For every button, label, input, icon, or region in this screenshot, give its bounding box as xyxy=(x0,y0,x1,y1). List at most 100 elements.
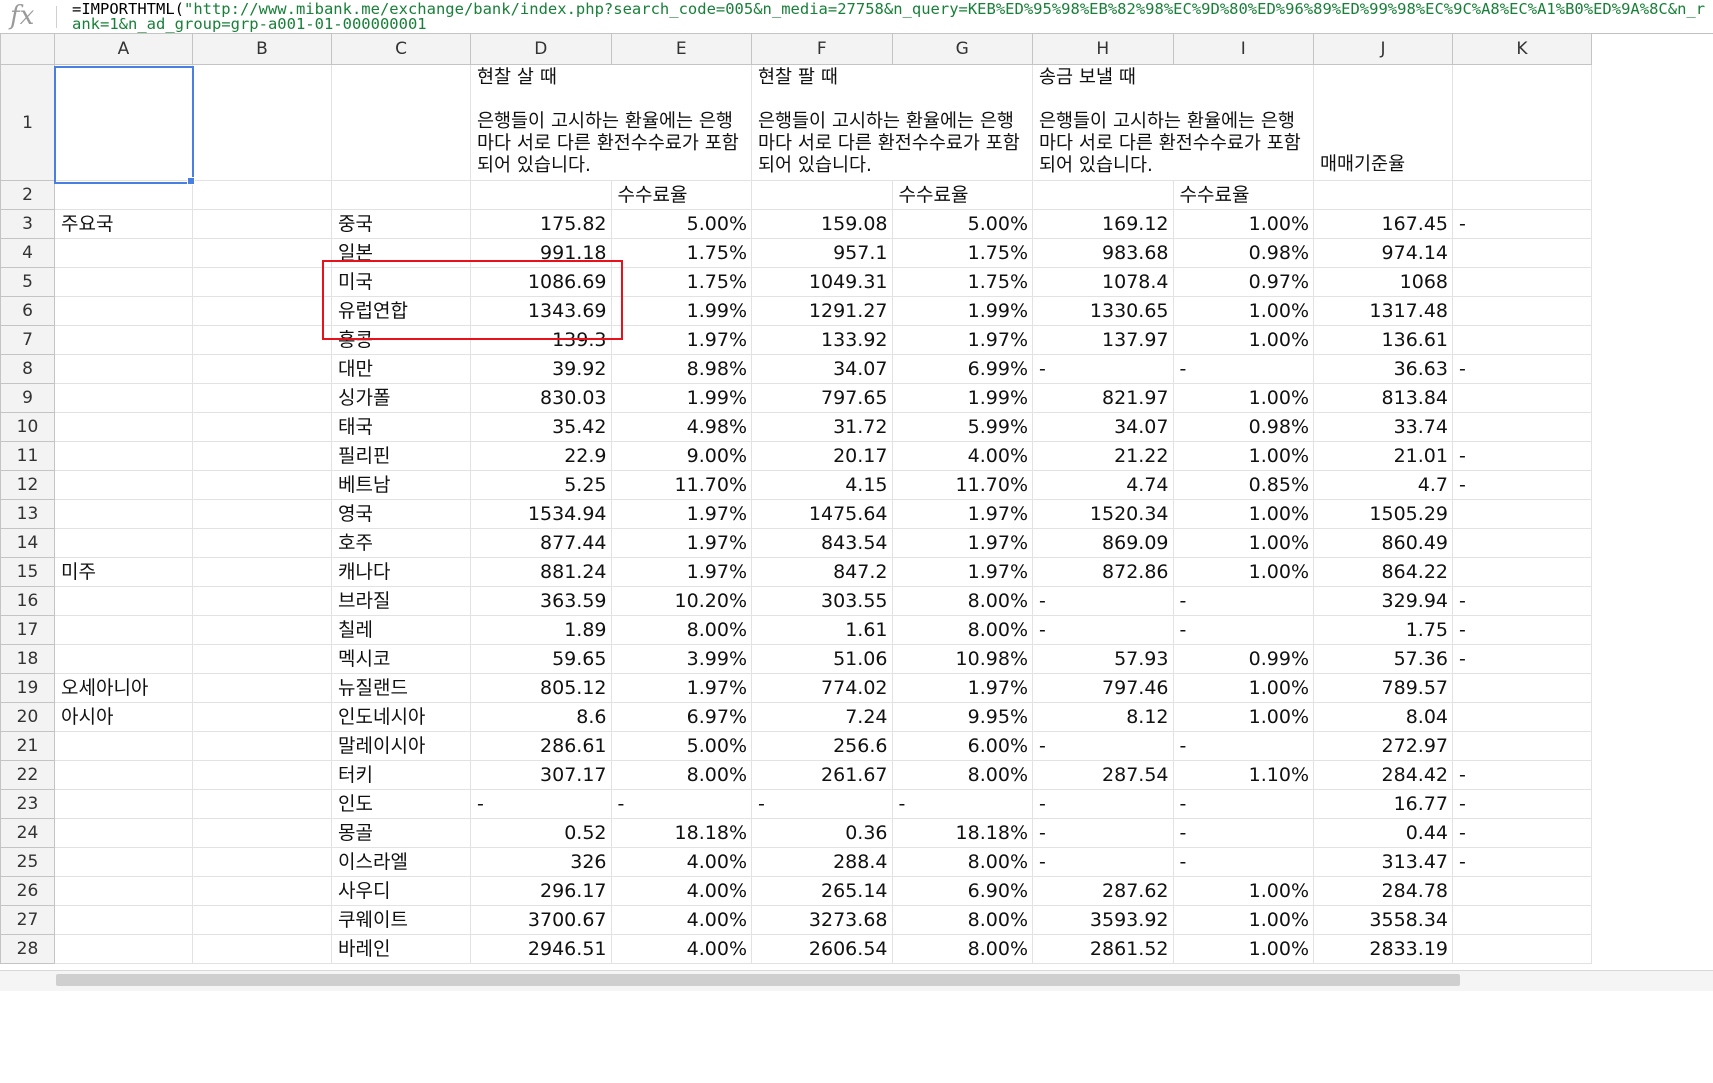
cell-e[interactable]: 4.00% xyxy=(610,847,752,877)
cell-e[interactable]: 1.97% xyxy=(610,499,752,529)
cell-c[interactable]: 뉴질랜드 xyxy=(331,673,471,703)
row-header[interactable]: 15 xyxy=(0,557,55,587)
cell-a[interactable] xyxy=(54,412,193,442)
cell-f[interactable]: 847.2 xyxy=(751,557,893,587)
cell-c[interactable]: 사우디 xyxy=(331,876,471,906)
cell-k[interactable] xyxy=(1452,673,1592,703)
cell-k[interactable] xyxy=(1452,267,1592,297)
cell-g[interactable]: 10.98% xyxy=(891,644,1033,674)
cell-b[interactable] xyxy=(192,905,332,935)
cell-a[interactable] xyxy=(54,789,193,819)
cell-i[interactable]: 0.99% xyxy=(1172,644,1314,674)
cell-f[interactable]: 0.36 xyxy=(751,818,893,848)
cell-g[interactable]: 1.75% xyxy=(891,267,1033,297)
cell-d1[interactable]: 현찰 살 때 은행들이 고시하는 환율에는 은행마다 서로 다른 환전수수료가 포… xyxy=(470,64,752,181)
cell-f1[interactable]: 현찰 팔 때 은행들이 고시하는 환율에는 은행마다 서로 다른 환전수수료가 포… xyxy=(751,64,1033,181)
fee-rate-header[interactable]: 수수료율 xyxy=(610,180,752,210)
cell-a[interactable] xyxy=(54,325,193,355)
row-header[interactable]: 9 xyxy=(0,383,55,413)
cell-j[interactable]: 1317.48 xyxy=(1313,296,1453,326)
cell-f[interactable]: 1.61 xyxy=(751,615,893,645)
cell-e[interactable]: 8.00% xyxy=(610,760,752,790)
cell-k[interactable]: - xyxy=(1452,209,1592,239)
cell-j[interactable]: 3558.34 xyxy=(1313,905,1453,935)
cell-i[interactable]: 1.00% xyxy=(1172,325,1314,355)
cell-c[interactable]: 브라질 xyxy=(331,586,471,616)
cell-c[interactable]: 필리핀 xyxy=(331,441,471,471)
cell-g[interactable]: 8.00% xyxy=(891,586,1033,616)
cell-f[interactable]: 957.1 xyxy=(751,238,893,268)
cell-d[interactable]: 59.65 xyxy=(470,644,612,674)
cell-f[interactable]: 256.6 xyxy=(751,731,893,761)
cell-h[interactable]: 1330.65 xyxy=(1032,296,1174,326)
cell-b[interactable] xyxy=(192,615,332,645)
cell-f[interactable]: 303.55 xyxy=(751,586,893,616)
cell-h[interactable]: - xyxy=(1032,354,1174,384)
cell-c[interactable]: 몽골 xyxy=(331,818,471,848)
cell-a[interactable]: 아시아 xyxy=(54,702,193,732)
row-header[interactable]: 17 xyxy=(0,615,55,645)
row-header[interactable]: 28 xyxy=(0,934,55,964)
cell-c[interactable]: 말레이시아 xyxy=(331,731,471,761)
cell-i[interactable]: 1.00% xyxy=(1172,905,1314,935)
cell-h[interactable]: 2861.52 xyxy=(1032,934,1174,964)
cell-h[interactable]: 57.93 xyxy=(1032,644,1174,674)
cell-g[interactable]: 8.00% xyxy=(891,760,1033,790)
cell[interactable] xyxy=(1452,180,1592,210)
cell-h[interactable]: 1520.34 xyxy=(1032,499,1174,529)
cell-a[interactable] xyxy=(54,499,193,529)
cell-e[interactable]: 4.00% xyxy=(610,905,752,935)
cell-f[interactable]: 4.15 xyxy=(751,470,893,500)
cell-e[interactable]: 1.99% xyxy=(610,296,752,326)
cell-d[interactable]: 363.59 xyxy=(470,586,612,616)
cell-g[interactable]: 1.97% xyxy=(891,528,1033,558)
cell-k[interactable] xyxy=(1452,731,1592,761)
cell-j[interactable]: 272.97 xyxy=(1313,731,1453,761)
row-header[interactable]: 5 xyxy=(0,267,55,297)
row-header[interactable]: 19 xyxy=(0,673,55,703)
cell-d[interactable]: 881.24 xyxy=(470,557,612,587)
row-header[interactable]: 23 xyxy=(0,789,55,819)
cell-g[interactable]: 8.00% xyxy=(891,847,1033,877)
column-header-c[interactable]: C xyxy=(331,33,471,65)
row-header[interactable]: 10 xyxy=(0,412,55,442)
cell-a[interactable] xyxy=(54,296,193,326)
cell-b[interactable] xyxy=(192,209,332,239)
cell-d[interactable]: 3700.67 xyxy=(470,905,612,935)
cell-g[interactable]: 1.75% xyxy=(891,238,1033,268)
cell-c[interactable]: 인도네시아 xyxy=(331,702,471,732)
cell-d[interactable]: 1534.94 xyxy=(470,499,612,529)
cell-d[interactable]: 307.17 xyxy=(470,760,612,790)
row-header[interactable]: 24 xyxy=(0,818,55,848)
cell-d[interactable]: 0.52 xyxy=(470,818,612,848)
cell-d[interactable]: 1.89 xyxy=(470,615,612,645)
row-header[interactable]: 18 xyxy=(0,644,55,674)
cell-d[interactable]: 35.42 xyxy=(470,412,612,442)
cell-e[interactable]: 1.99% xyxy=(610,383,752,413)
cell-b[interactable] xyxy=(192,528,332,558)
cell-b[interactable] xyxy=(192,760,332,790)
cell-i[interactable]: 1.00% xyxy=(1172,441,1314,471)
cell-a[interactable] xyxy=(54,615,193,645)
cell-i[interactable]: - xyxy=(1172,731,1314,761)
cell-f[interactable]: 3273.68 xyxy=(751,905,893,935)
cell-a[interactable] xyxy=(54,354,193,384)
cell-j[interactable]: 284.42 xyxy=(1313,760,1453,790)
cell-k[interactable] xyxy=(1452,296,1592,326)
cell-b[interactable] xyxy=(192,934,332,964)
cell-a[interactable] xyxy=(54,441,193,471)
cell-a[interactable] xyxy=(54,383,193,413)
formula-input[interactable]: =IMPORTHTML("http://www.mibank.me/exchan… xyxy=(72,1,1712,32)
column-header-h[interactable]: H xyxy=(1032,33,1174,65)
cell-a[interactable] xyxy=(54,586,193,616)
cell-c[interactable]: 바레인 xyxy=(331,934,471,964)
column-header-b[interactable]: B xyxy=(192,33,332,65)
cell-f[interactable]: 133.92 xyxy=(751,325,893,355)
cell-i[interactable]: 0.98% xyxy=(1172,238,1314,268)
row-header[interactable]: 22 xyxy=(0,760,55,790)
cell-g[interactable]: 5.99% xyxy=(891,412,1033,442)
row-header[interactable]: 2 xyxy=(0,180,55,210)
cell-i[interactable]: 1.00% xyxy=(1172,934,1314,964)
cell-c[interactable]: 태국 xyxy=(331,412,471,442)
cell-i[interactable]: 1.00% xyxy=(1172,296,1314,326)
